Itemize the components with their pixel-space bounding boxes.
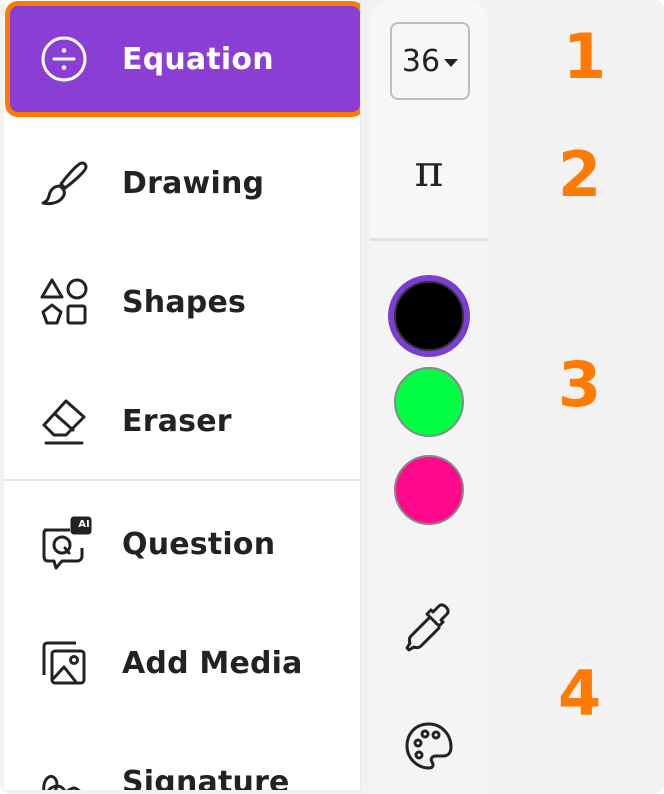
menu-item-label: Signature bbox=[122, 764, 290, 791]
font-size-value: 36 bbox=[401, 43, 441, 79]
font-size-select[interactable]: 36 bbox=[390, 22, 470, 100]
toolbar-divider bbox=[370, 238, 488, 241]
palette-icon[interactable] bbox=[399, 716, 459, 776]
menu-item-label: Eraser bbox=[122, 403, 232, 439]
callout-number: 3 bbox=[558, 348, 602, 421]
image-icon bbox=[36, 635, 92, 691]
menu-item-label: Question bbox=[122, 526, 276, 562]
menu-item-label: Shapes bbox=[122, 284, 247, 320]
menu-divider bbox=[4, 479, 360, 481]
pi-symbol-button[interactable]: π bbox=[370, 146, 488, 197]
eyedropper-icon[interactable] bbox=[399, 598, 459, 658]
caret-down-icon bbox=[444, 59, 459, 67]
brush-icon bbox=[36, 155, 92, 211]
callout-number: 2 bbox=[558, 138, 602, 211]
menu-item-question[interactable]: AI Question bbox=[4, 494, 360, 594]
callout-number: 4 bbox=[558, 657, 602, 730]
tool-menu: Equation Drawing Shapes Eraser AI Questi… bbox=[4, 0, 360, 790]
menu-item-label: Drawing bbox=[122, 165, 265, 201]
divide-icon bbox=[36, 31, 92, 87]
shapes-icon bbox=[36, 274, 92, 330]
ai-badge: AI bbox=[78, 519, 90, 530]
menu-item-signature[interactable]: Signature bbox=[4, 732, 360, 790]
menu-item-label: Equation bbox=[122, 41, 274, 77]
color-swatch-black[interactable] bbox=[394, 281, 464, 351]
menu-item-drawing[interactable]: Drawing bbox=[4, 133, 360, 233]
menu-item-label: Add Media bbox=[122, 645, 303, 681]
menu-item-shapes[interactable]: Shapes bbox=[4, 252, 360, 352]
color-swatch-green[interactable] bbox=[394, 367, 464, 437]
color-swatch-pink[interactable] bbox=[394, 455, 464, 525]
ai-question-icon: AI bbox=[36, 516, 92, 572]
callout-number: 1 bbox=[563, 20, 607, 93]
format-toolbar: 36 π bbox=[370, 0, 488, 794]
app-frame: Equation Drawing Shapes Eraser AI Questi… bbox=[0, 0, 664, 794]
menu-item-equation[interactable]: Equation bbox=[10, 6, 360, 112]
eraser-icon bbox=[36, 393, 92, 449]
signature-icon bbox=[36, 754, 92, 790]
menu-item-add-media[interactable]: Add Media bbox=[4, 613, 360, 713]
menu-item-eraser[interactable]: Eraser bbox=[4, 371, 360, 471]
